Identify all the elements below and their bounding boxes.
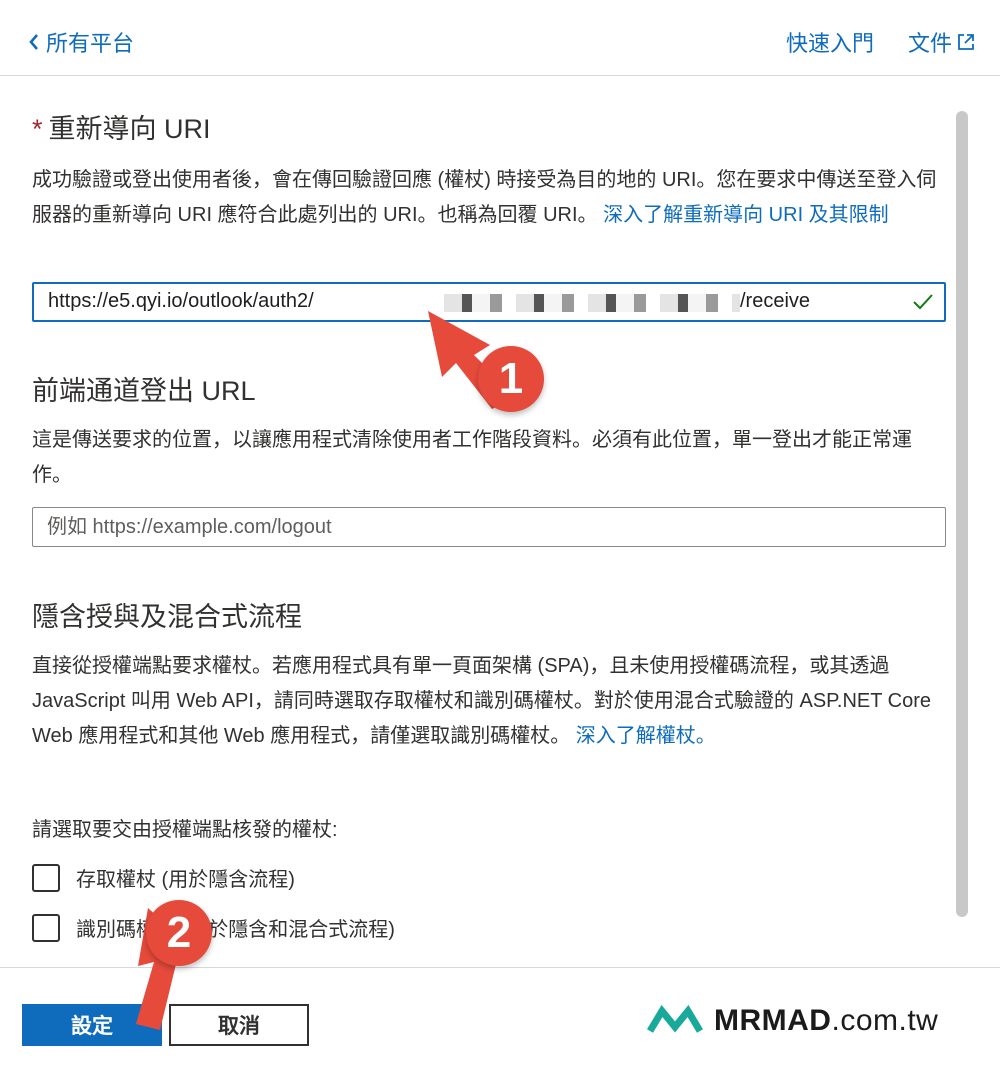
redirect-uri-heading: * 重新導向 URI <box>32 107 948 146</box>
quickstart-link[interactable]: 快速入門 <box>786 26 874 58</box>
mrmad-brand-text: MRMAD.com.tw <box>714 1004 938 1038</box>
chevron-left-icon <box>29 34 38 50</box>
top-bar: 所有平台 快速入門 文件 <box>0 0 1000 76</box>
implicit-desc-text: 直接從授權端點要求權杖。若應用程式具有單一頁面架構 (SPA)，且未使用授權碼流… <box>32 655 932 747</box>
brand-bold: MRMAD <box>714 1004 832 1037</box>
implicit-grant-description: 直接從授權端點要求權杖。若應用程式具有單一頁面架構 (SPA)，且未使用授權碼流… <box>32 649 948 754</box>
mrmad-watermark: MRMAD.com.tw <box>646 1004 938 1038</box>
required-mark: * <box>32 114 43 144</box>
access-token-option: 存取權杖 (用於隱含流程) <box>32 863 295 892</box>
access-token-checkbox[interactable] <box>32 863 60 892</box>
step1-badge: 1 <box>478 346 544 412</box>
scrollbar-thumb[interactable] <box>956 111 968 917</box>
docs-link[interactable]: 文件 <box>908 26 976 58</box>
step2-badge: 2 <box>146 900 212 966</box>
redirect-uri-section: * 重新導向 URI <box>32 107 948 146</box>
redirect-uri-title: 重新導向 URI <box>48 114 211 144</box>
redirect-uri-prefix: https://e5.qyi.io/outlook/auth2/ <box>48 290 314 312</box>
implicit-grant-title: 隱含授與及混合式流程 <box>32 602 302 632</box>
platform-config-panel: * 重新導向 URI 成功驗證或登出使用者後，會在傳回驗證回應 (權杖) 時接受為… <box>0 77 1000 967</box>
redirect-uri-suffix: /receive <box>740 290 811 312</box>
back-to-all-platforms-link[interactable]: 所有平台 <box>28 26 134 58</box>
id-token-checkbox[interactable] <box>32 913 60 942</box>
back-link-label: 所有平台 <box>46 31 135 56</box>
valid-check-icon <box>913 294 933 310</box>
logout-url-description: 這是傳送要求的位置，以讓應用程式清除使用者工作階段資料。必須有此位置，單一登出才… <box>32 429 912 486</box>
quickstart-label: 快速入門 <box>785 31 874 56</box>
docs-label: 文件 <box>907 31 952 56</box>
tokens-learn-more-link[interactable]: 深入了解權杖。 <box>576 725 716 747</box>
brand-domain: .com.tw <box>831 1004 939 1037</box>
external-link-icon <box>958 34 974 50</box>
access-token-label: 存取權杖 (用於隱含流程) <box>76 869 295 891</box>
redirect-uri-description: 成功驗證或登出使用者後，會在傳回驗證回應 (權杖) 時接受為目的地的 URI。您… <box>32 163 948 233</box>
token-select-prompt: 請選取要交由授權端點核發的權杖: <box>32 819 338 841</box>
logout-url-input[interactable] <box>32 507 946 547</box>
mrmad-logo-icon <box>646 1005 704 1033</box>
redirect-uri-learn-more-link[interactable]: 深入了解重新導向 URI 及其限制 <box>603 204 889 226</box>
